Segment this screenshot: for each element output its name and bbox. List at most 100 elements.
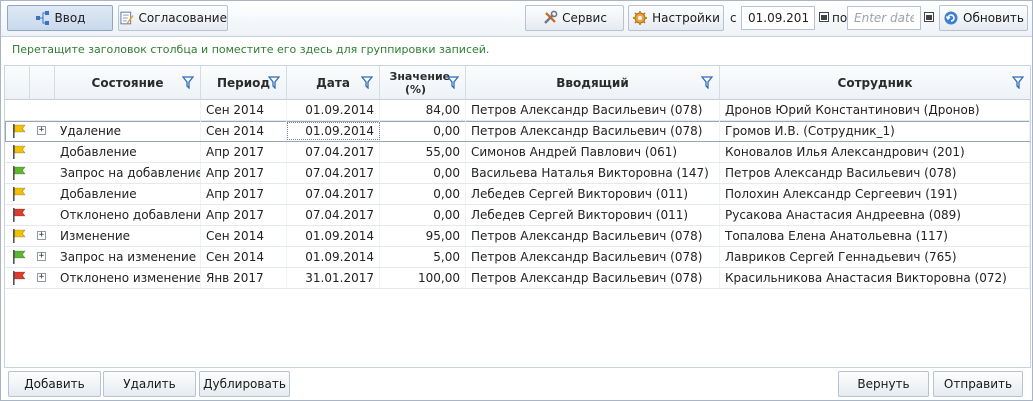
records-grid: Состояние Период Дата Значение (%) Вводя… bbox=[4, 65, 1031, 368]
cell-state: Удаление bbox=[55, 121, 201, 141]
table-row[interactable]: + Запрос на изменение Сен 2014 01.09.2014 5,… bbox=[5, 247, 1030, 268]
cell-employee: Петров Александр Васильевич (078) bbox=[720, 163, 1030, 183]
service-label: Сервис bbox=[562, 11, 607, 25]
cell-value: 55,00 bbox=[380, 142, 466, 162]
header-employee[interactable]: Сотрудник bbox=[720, 66, 1030, 100]
settings-button[interactable]: Настройки bbox=[628, 5, 724, 31]
service-button[interactable]: Сервис bbox=[525, 5, 624, 31]
gear-icon bbox=[633, 11, 648, 25]
table-row[interactable]: Добавление Апр 2017 07.04.2017 0,00 Лебедев … bbox=[5, 184, 1030, 205]
table-row[interactable]: + Удаление Сен 2014 01.09.2014 0,00 Петров Ал… bbox=[5, 121, 1030, 142]
header-value[interactable]: Значение (%) bbox=[380, 66, 466, 100]
table-row[interactable]: Сен 2014 01.09.2014 84,00 Петров Александр … bbox=[5, 100, 1030, 121]
cell-value: 84,00 bbox=[380, 100, 466, 120]
filter-icon[interactable] bbox=[1012, 76, 1024, 89]
header-author-label: Вводящий bbox=[556, 75, 629, 90]
delete-button[interactable]: Удалить bbox=[103, 371, 196, 397]
cell-period: Сен 2014 bbox=[201, 100, 287, 120]
input-tab-label: Ввод bbox=[54, 11, 86, 25]
table-row[interactable]: + Отклонено изменение Янв 2017 31.01.2017 10… bbox=[5, 268, 1030, 289]
calendar-icon[interactable] bbox=[819, 10, 829, 23]
filter-icon[interactable] bbox=[447, 76, 459, 89]
expand-icon[interactable]: + bbox=[37, 252, 46, 261]
flag-icon bbox=[13, 166, 26, 180]
to-date-input[interactable] bbox=[847, 6, 921, 30]
table-row[interactable]: Отклонено добавление Апр 2017 07.04.2017 0,… bbox=[5, 205, 1030, 226]
cell-period: Сен 2014 bbox=[201, 121, 287, 141]
header-author[interactable]: Вводящий bbox=[466, 66, 720, 100]
cell-state: Отклонено изменение bbox=[55, 268, 201, 288]
cell-author: Петров Александр Васильевич (078) bbox=[466, 247, 720, 267]
cell-period: Апр 2017 bbox=[201, 142, 287, 162]
approval-tab-button[interactable]: Согласование bbox=[118, 5, 228, 31]
cell-employee: Громов И.В. (Сотрудник_1) bbox=[720, 121, 1030, 141]
header-employee-label: Сотрудник bbox=[837, 75, 913, 90]
duplicate-label: Дублировать bbox=[203, 377, 286, 391]
flag-icon bbox=[13, 124, 26, 138]
cell-period: Апр 2017 bbox=[201, 184, 287, 204]
calendar-icon[interactable] bbox=[924, 10, 934, 23]
cell-value: 0,00 bbox=[380, 163, 466, 183]
refresh-label: Обновить bbox=[963, 11, 1024, 25]
from-date-input[interactable] bbox=[741, 6, 815, 30]
cell-value: 5,00 bbox=[380, 247, 466, 267]
table-row[interactable]: + Изменение Сен 2014 01.09.2014 95,00 Петров … bbox=[5, 226, 1030, 247]
cell-value: 95,00 bbox=[380, 226, 466, 246]
header-flag bbox=[5, 66, 30, 100]
cell-author: Петров Александр Васильевич (078) bbox=[466, 121, 720, 141]
cell-value: 0,00 bbox=[380, 184, 466, 204]
input-tab-button[interactable]: Ввод bbox=[7, 5, 113, 31]
grid-header: Состояние Период Дата Значение (%) Вводя… bbox=[5, 66, 1030, 100]
expand-icon[interactable]: + bbox=[37, 126, 46, 135]
cell-employee: Красильникова Анастасия Викторовна (072) bbox=[720, 268, 1030, 288]
expand-icon[interactable]: + bbox=[37, 273, 46, 282]
cell-date: 31.01.2017 bbox=[287, 268, 380, 288]
filter-icon[interactable] bbox=[701, 76, 713, 89]
cell-date: 07.04.2017 bbox=[287, 163, 380, 183]
header-period-label: Период bbox=[216, 75, 271, 90]
flag-icon bbox=[13, 229, 26, 243]
cell-author: Васильева Наталья Викторовна (147) bbox=[466, 163, 720, 183]
cell-period: Апр 2017 bbox=[201, 205, 287, 225]
cell-state: Отклонено добавление bbox=[55, 205, 201, 225]
settings-label: Настройки bbox=[652, 11, 720, 25]
cell-date: 07.04.2017 bbox=[287, 142, 380, 162]
focused-cell bbox=[287, 122, 380, 140]
header-state-label: Состояние bbox=[91, 75, 164, 90]
revert-button[interactable]: Вернуть bbox=[838, 371, 929, 397]
header-state[interactable]: Состояние bbox=[55, 66, 201, 100]
refresh-button[interactable]: Обновить bbox=[939, 5, 1028, 31]
send-button[interactable]: Отправить bbox=[933, 371, 1023, 397]
cell-author: Петров Александр Васильевич (078) bbox=[466, 100, 720, 120]
expand-icon[interactable]: + bbox=[37, 231, 46, 240]
filter-icon[interactable] bbox=[361, 76, 373, 89]
table-row[interactable]: Запрос на добавление Апр 2017 07.04.2017 0,… bbox=[5, 163, 1030, 184]
cell-period: Янв 2017 bbox=[201, 268, 287, 288]
cell-employee: Дронов Юрий Константинович (Дронов) bbox=[720, 100, 1030, 120]
cell-author: Лебедев Сергей Викторович (011) bbox=[466, 205, 720, 225]
cell-employee: Коновалов Илья Александрович (201) bbox=[720, 142, 1030, 162]
cell-date: 01.09.2014 bbox=[287, 100, 380, 120]
header-date[interactable]: Дата bbox=[287, 66, 380, 100]
cell-state: Изменение bbox=[55, 226, 201, 246]
cell-employee: Русакова Анастасия Андреевна (089) bbox=[720, 205, 1030, 225]
filter-icon[interactable] bbox=[182, 76, 194, 89]
table-row[interactable]: Добавление Апр 2017 07.04.2017 55,00 Симонов… bbox=[5, 142, 1030, 163]
duplicate-button[interactable]: Дублировать bbox=[199, 371, 290, 397]
cell-value: 0,00 bbox=[380, 121, 466, 141]
add-button[interactable]: Добавить bbox=[8, 371, 101, 397]
cell-author: Петров Александр Васильевич (078) bbox=[466, 226, 720, 246]
cell-state: Добавление bbox=[55, 184, 201, 204]
header-value-label: Значение (%) bbox=[389, 70, 451, 96]
filter-icon[interactable] bbox=[268, 76, 280, 89]
group-hint: Перетащите заголовок столбца и поместите… bbox=[12, 43, 490, 56]
from-label: с bbox=[730, 11, 737, 25]
cell-state: Запрос на добавление bbox=[55, 163, 201, 183]
flag-icon bbox=[13, 145, 26, 159]
window: Ввод Согласование Сервис Настройки с 01.… bbox=[0, 0, 1033, 401]
cell-value: 0,00 bbox=[380, 205, 466, 225]
cell-period: Сен 2014 bbox=[201, 247, 287, 267]
cell-date: 01.09.2014 bbox=[287, 226, 380, 246]
header-period[interactable]: Период bbox=[201, 66, 287, 100]
flag-icon bbox=[13, 187, 26, 201]
